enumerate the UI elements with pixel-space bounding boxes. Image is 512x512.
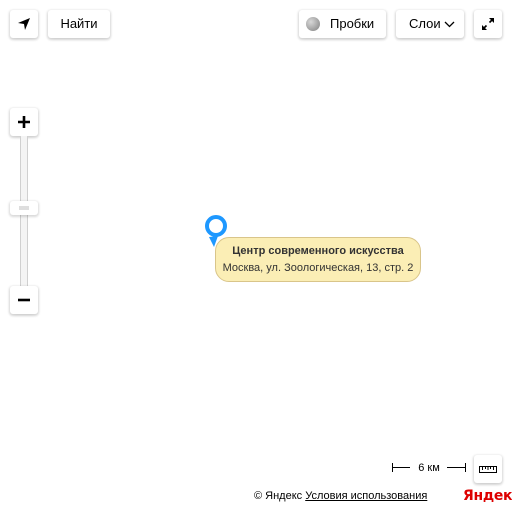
copyright-bar: © Яндекс Условия использования	[254, 489, 427, 503]
search-button-label: Найти	[60, 16, 98, 31]
ruler-button[interactable]	[474, 455, 502, 483]
ruler-icon	[479, 466, 497, 473]
expand-icon	[482, 18, 494, 30]
traffic-light-icon	[306, 17, 320, 31]
scale-line: 6 км	[392, 460, 466, 476]
chevron-down-icon	[444, 21, 455, 28]
place-title: Центр современного искусства	[232, 245, 404, 257]
minus-icon	[18, 298, 30, 302]
place-address: Москва, ул. Зоологическая, 13, стр. 2	[222, 262, 414, 274]
plus-icon	[18, 116, 30, 128]
zoom-slider-handle[interactable]	[10, 201, 38, 215]
traffic-button-label: Пробки	[330, 16, 375, 31]
arrow-navigation-icon	[18, 18, 30, 30]
geolocation-button[interactable]	[10, 10, 38, 38]
copyright-text: © Яндекс	[254, 490, 303, 502]
yandex-logo[interactable]: Яндекс	[463, 487, 512, 505]
placemark-balloon[interactable]: Центр современного искусства Москва, ул.…	[215, 237, 421, 282]
zoom-out-button[interactable]	[10, 286, 38, 314]
layers-button-label: Слои	[409, 16, 441, 31]
layers-button[interactable]: Слои	[396, 10, 464, 38]
traffic-button[interactable]: Пробки	[299, 10, 386, 38]
terms-link[interactable]: Условия использования	[305, 490, 427, 502]
grip-icon	[19, 206, 29, 210]
fullscreen-button[interactable]	[474, 10, 502, 38]
zoom-in-button[interactable]	[10, 108, 38, 136]
search-button[interactable]: Найти	[48, 10, 110, 38]
scale-label: 6 км	[418, 462, 440, 474]
scale-tick-right	[465, 463, 466, 472]
scale-bar-right	[447, 467, 465, 468]
map-container[interactable]: Найти Пробки Слои Центр современного иск…	[0, 0, 512, 512]
